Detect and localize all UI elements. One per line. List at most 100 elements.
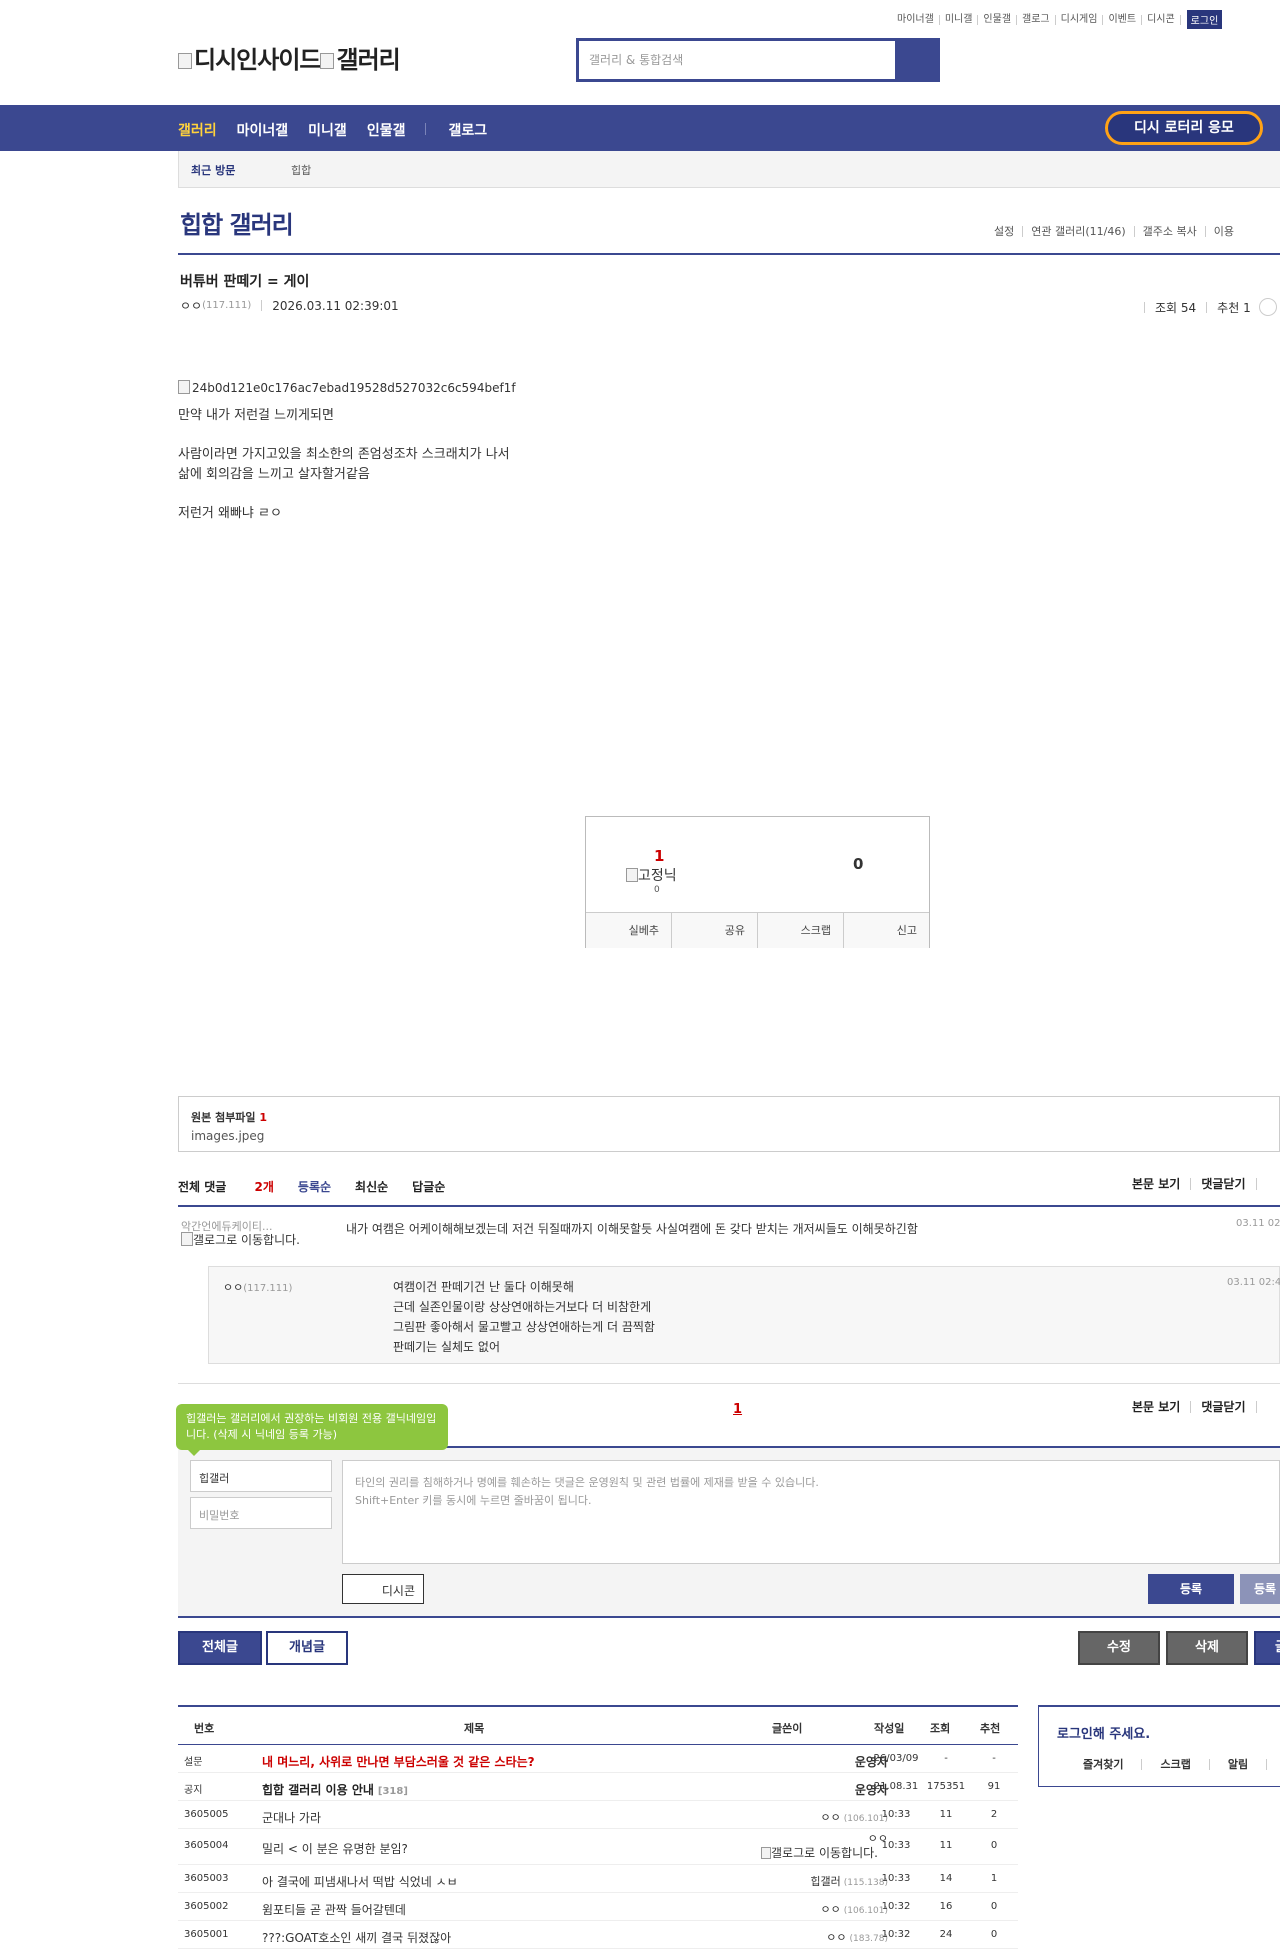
sort-reply[interactable]: 답글순 xyxy=(412,1178,445,1195)
share-button[interactable]: 공유 xyxy=(672,913,758,948)
row-title[interactable]: 윔포티들 곧 관짝 들어갈텐데 xyxy=(262,1901,406,1918)
list-row[interactable]: 공지 힙합 갤러리 이용 안내 [318] 운영자 21.08.31 175351 91 xyxy=(178,1773,1018,1801)
nav-mini[interactable]: 미니갤 xyxy=(308,120,347,140)
list-row[interactable]: 3605001 ???:GOAT호소인 새끼 결국 뒤졌잖아 ㅇㅇ (183.78) 1… xyxy=(178,1921,1018,1949)
delete-button[interactable]: 삭제 xyxy=(1166,1631,1248,1665)
row-title[interactable]: 아 결국에 피냄새나서 떡밥 식었네 ㅅㅂ xyxy=(262,1873,458,1890)
nav-minor[interactable]: 마이너갤 xyxy=(237,120,289,140)
row-title[interactable]: ???:GOAT호소인 새끼 결국 뒤졌잖아 xyxy=(262,1929,451,1946)
sort-registered[interactable]: 등록순 xyxy=(298,1178,331,1195)
nav-person[interactable]: 인물갤 xyxy=(367,120,406,140)
attachment-label: 원본 첨부파일 1 xyxy=(191,1111,268,1124)
view-body-button[interactable]: 본문 보기 xyxy=(1122,1401,1192,1413)
row-title-text[interactable]: 내 며느리, 사위로 만나면 부담스러울 것 같은 스타는? xyxy=(262,1755,535,1769)
divider xyxy=(178,1616,1280,1618)
row-writer[interactable]: 운영자 xyxy=(718,1781,888,1798)
row-comment-count[interactable]: [318] xyxy=(378,1786,408,1797)
lottery-button[interactable]: 디시 로터리 응모 xyxy=(1105,111,1263,145)
gallog-link[interactable]: 갤로그로 이동합니다. xyxy=(181,1232,311,1246)
row-writer-nick[interactable]: ㅇㅇ xyxy=(821,1811,841,1824)
close-comments-button[interactable]: 댓글닫기 xyxy=(1191,1178,1257,1190)
util-mini[interactable]: 미니갤 xyxy=(940,14,979,25)
row-writer-nick[interactable]: ㅇㅇ xyxy=(826,1931,846,1944)
downvote-count[interactable]: 0 xyxy=(853,855,863,873)
row-title[interactable]: 밀리 < 이 분은 유명한 분임? xyxy=(262,1840,408,1857)
list-row[interactable]: 3605004 밀리 < 이 분은 유명한 분임? ㅇㅇ 갤로그로 이동합니다. 10:… xyxy=(178,1829,1018,1865)
search-input[interactable]: 갤러리 & 통합검색 xyxy=(579,41,895,79)
util-dccon[interactable]: 디시콘 xyxy=(1142,14,1181,25)
post-image[interactable]: 24b0d121e0c176ac7ebad19528d527032c6c594b… xyxy=(178,380,516,395)
best-button[interactable]: 실베추 xyxy=(586,913,672,948)
more-icon[interactable] xyxy=(1258,298,1277,316)
nick-input[interactable]: 힙갤러 xyxy=(190,1460,332,1492)
recommend-box: 1 고정닉 0 0 실베추 공유 스크랩 신고 xyxy=(585,816,930,948)
row-writer[interactable]: ㅇㅇ (106.101) xyxy=(718,1901,889,1917)
row-title[interactable]: 힙합 갤러리 이용 안내 [318] xyxy=(262,1781,408,1798)
concept-posts-button[interactable]: 개념글 xyxy=(266,1631,348,1665)
sort-latest[interactable]: 최신순 xyxy=(355,1178,388,1195)
divider xyxy=(178,1205,1280,1207)
list-row[interactable]: 설문 내 며느리, 사위로 만나면 부담스러울 것 같은 스타는? 운영자 26/03… xyxy=(178,1745,1018,1773)
util-event[interactable]: 이벤트 xyxy=(1103,14,1143,25)
edit-button[interactable]: 수정 xyxy=(1078,1631,1160,1665)
row-title[interactable]: 내 며느리, 사위로 만나면 부담스러울 것 같은 스타는? xyxy=(262,1753,535,1770)
util-minor[interactable]: 마이너갤 xyxy=(892,14,940,25)
col-date: 작성일 xyxy=(874,1722,905,1735)
list-row[interactable]: 3605003 아 결국에 피냄새나서 떡밥 식었네 ㅅㅂ 힙갤러 (115.138)… xyxy=(178,1865,1018,1893)
row-title-text[interactable]: 군대나 가라 xyxy=(262,1811,321,1825)
scrap-link[interactable]: 스크랩 xyxy=(1142,1759,1210,1770)
row-title-text[interactable]: 윔포티들 곧 관짝 들어갈텐데 xyxy=(262,1903,406,1917)
nav-gallery[interactable]: 갤러리 xyxy=(178,120,217,140)
register-recommend-button[interactable]: 등록 xyxy=(1240,1574,1280,1604)
row-num: 설문 xyxy=(184,1757,203,1768)
favorites-link[interactable]: 즐겨찾기 xyxy=(1083,1759,1143,1770)
upvote-count[interactable]: 1 xyxy=(654,847,664,865)
copy-address[interactable]: 갤주소 복사 xyxy=(1135,226,1206,237)
attachment-file[interactable]: images.jpeg xyxy=(191,1129,264,1143)
related-galleries[interactable]: 연관 갤러리(11/46) xyxy=(1023,226,1135,237)
util-person[interactable]: 인물갤 xyxy=(978,14,1018,25)
post-writer[interactable]: ㅇㅇ xyxy=(180,297,202,314)
gallery-usage[interactable]: 이용 xyxy=(1206,226,1242,237)
write-button[interactable]: 글 xyxy=(1254,1631,1280,1665)
row-title-text[interactable]: ???:GOAT호소인 새끼 결국 뒤졌잖아 xyxy=(262,1931,451,1945)
search-button[interactable] xyxy=(895,41,937,79)
view-body-button[interactable]: 본문 보기 xyxy=(1122,1178,1192,1190)
row-writer-nick[interactable]: ㅇㅇ xyxy=(821,1903,841,1916)
password-input[interactable]: 비밀번호 xyxy=(190,1497,332,1529)
recent-gallery-link[interactable]: 힙합 xyxy=(291,162,311,178)
logo[interactable]: 디시인사이드 갤러리 xyxy=(178,40,401,75)
row-title-text[interactable]: 아 결국에 피냄새나서 떡밥 식었네 ㅅㅂ xyxy=(262,1875,458,1889)
util-game[interactable]: 디시게임 xyxy=(1056,14,1104,25)
row-writer[interactable]: ㅇㅇ (106.101) xyxy=(718,1809,889,1825)
row-writer-nick[interactable]: 힙갤러 xyxy=(810,1875,840,1888)
row-writer[interactable]: 힙갤러 (115.138) xyxy=(718,1873,888,1889)
row-title[interactable]: 군대나 가라 xyxy=(262,1809,321,1826)
gallery-title[interactable]: 힙합 갤러리 xyxy=(180,205,294,240)
scrap-button[interactable]: 스크랩 xyxy=(758,913,844,948)
notify-link[interactable]: 알림 xyxy=(1210,1759,1268,1770)
recent-visit-label[interactable]: 최근 방문 xyxy=(191,162,235,178)
util-nav: 마이너갤 미니갤 인물갤 갤로그 디시게임 이벤트 디시콘 로그인 xyxy=(892,10,1223,29)
gallog-link[interactable]: 갤로그로 이동합니다. xyxy=(708,1844,878,1861)
comment-textarea[interactable]: 타인의 권리를 침해하거나 명예를 훼손하는 댓글은 운영원칙 및 관련 법률에… xyxy=(342,1460,1280,1564)
post-date: 2026.03.11 02:39:01 xyxy=(272,298,399,313)
gallery-settings[interactable]: 설정 xyxy=(994,226,1024,237)
all-posts-button[interactable]: 전체글 xyxy=(178,1631,262,1665)
nav-gallog[interactable]: 갤로그 xyxy=(448,120,487,140)
list-header: 번호 제목 글쓴이 작성일 조회 추천 xyxy=(178,1705,1018,1745)
util-gallog[interactable]: 갤로그 xyxy=(1017,14,1056,25)
login-button[interactable]: 로그인 xyxy=(1186,10,1223,29)
register-button[interactable]: 등록 xyxy=(1148,1574,1234,1604)
list-row[interactable]: 3605002 윔포티들 곧 관짝 들어갈텐데 ㅇㅇ (106.101) 10:32 16… xyxy=(178,1893,1018,1921)
dccon-button[interactable]: 디시콘 xyxy=(342,1574,424,1604)
row-title-text[interactable]: 밀리 < 이 분은 유명한 분임? xyxy=(262,1842,408,1856)
login-prompt[interactable]: 로그인해 주세요. xyxy=(1057,1723,1150,1742)
close-comments-button[interactable]: 댓글닫기 xyxy=(1191,1401,1257,1413)
row-writer[interactable]: 운영자 xyxy=(718,1753,888,1770)
row-writer[interactable]: ㅇㅇ (183.78) xyxy=(718,1929,888,1945)
nick-tooltip: 힙갤러는 갤러리에서 권장하는 비회원 전용 갤닉네임입니다. (삭제 시 닉네… xyxy=(176,1404,448,1456)
report-button[interactable]: 신고 xyxy=(844,913,929,948)
row-title-text[interactable]: 힙합 갤러리 이용 안내 xyxy=(262,1783,374,1797)
list-row[interactable]: 3605005 군대나 가라 ㅇㅇ (106.101) 10:33 11 2 xyxy=(178,1801,1018,1829)
